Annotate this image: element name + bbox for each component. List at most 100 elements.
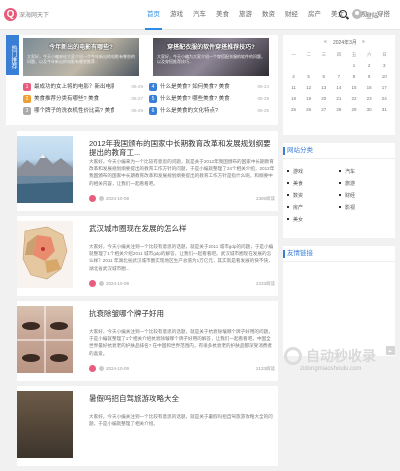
calendar-prev-button[interactable]: «: [324, 39, 327, 45]
nav-item-travel[interactable]: 旅游: [234, 0, 257, 30]
calendar-day[interactable]: [316, 60, 331, 71]
nav-item-cosmetics[interactable]: 美容: [395, 0, 400, 30]
category-item[interactable]: 游戏: [287, 165, 339, 177]
category-label[interactable]: 房产: [293, 204, 303, 211]
nav-item-games[interactable]: 游戏: [165, 0, 188, 30]
calendar-day[interactable]: 7: [331, 71, 346, 82]
category-label[interactable]: 数资: [293, 192, 303, 199]
hot-card-1[interactable]: 今年新出的电影有哪些? 大家好，今天小编来给大家介绍一个今年新出的电影有哪些的问…: [23, 38, 139, 76]
search-icon[interactable]: [339, 10, 347, 18]
calendar-day[interactable]: 12: [301, 82, 316, 93]
category-label[interactable]: 旅游: [345, 180, 355, 187]
hot-item-title[interactable]: 什么是美食的文化特点?: [160, 105, 240, 117]
category-item[interactable]: 汽车: [339, 165, 391, 177]
calendar-day[interactable]: 21: [331, 93, 346, 104]
nav-item-home[interactable]: 首页: [142, 0, 165, 30]
category-item[interactable]: 美女: [287, 213, 339, 225]
hot-item-title[interactable]: 哪个牌子的洗衣机性价比高? 美食推荐: [34, 105, 114, 117]
category-item[interactable]: 美食: [287, 177, 339, 189]
hot-item-title[interactable]: 什么是美食? 如何美食? 美食: [160, 81, 240, 93]
login-link[interactable]: 登陆: [366, 11, 378, 20]
post-thumbnail[interactable]: [17, 306, 73, 373]
calendar-day[interactable]: 9: [362, 71, 377, 82]
post-item[interactable]: 暑假吗招自驾旅游攻略大全 大家好，今天小编关注到一个比较有意思的话题，就是关于暑…: [17, 386, 278, 466]
category-item[interactable]: 数资: [287, 189, 339, 201]
nav-item-education[interactable]: 数资: [257, 0, 280, 30]
hot-list-item[interactable]: 4 什么是美食? 如何美食? 美食 06-24: [149, 81, 275, 93]
nav-item-realestate[interactable]: 房产: [303, 0, 326, 30]
post-item[interactable]: 武汉城市圈现在发展的怎么样 大家好，今天小编关注到一个比较有意思的话题，就是关于…: [17, 216, 278, 296]
calendar-day[interactable]: 28: [331, 104, 346, 115]
category-label[interactable]: 财经: [345, 192, 355, 199]
calendar-day[interactable]: [331, 60, 346, 71]
calendar-day[interactable]: 13: [316, 82, 331, 93]
category-label[interactable]: 美食: [293, 180, 303, 187]
category-label[interactable]: 汽车: [345, 168, 355, 175]
category-item[interactable]: 房产: [287, 201, 339, 213]
hot-list-item[interactable]: 5 什么是美食? 哪些美食? 美食 06-28: [149, 93, 275, 105]
post-title[interactable]: 武汉城市圈现在发展的怎么样: [89, 224, 275, 233]
calendar-day[interactable]: 11: [286, 82, 301, 93]
calendar-day[interactable]: 18: [286, 93, 301, 104]
calendar-day[interactable]: 27: [316, 104, 331, 115]
calendar-day[interactable]: [286, 60, 301, 71]
nav-item-food[interactable]: 美食: [211, 0, 234, 30]
calendar-day[interactable]: 29: [347, 104, 362, 115]
calendar-day[interactable]: 30: [362, 104, 377, 115]
hot-list-item[interactable]: 6 什么是美食的文化特点? 06-25: [149, 105, 275, 117]
calendar-day[interactable]: 19: [301, 93, 316, 104]
calendar-day[interactable]: 2: [362, 60, 377, 71]
calendar-day[interactable]: 25: [286, 104, 301, 115]
hot-list-item[interactable]: 2 美食推荐分类有哪些? 美食 06-27: [23, 93, 149, 105]
calendar-day[interactable]: 10: [377, 71, 392, 82]
category-widget: 网站分类 游戏 汽车 美食 旅游 数资 财经 房产 影视 美女: [283, 143, 395, 238]
user-avatar-icon[interactable]: [352, 9, 362, 19]
post-date: 2024-10-09: [106, 196, 130, 201]
post-item[interactable]: 2012年我国颁布的国家中长期教育改革和发展规划纲要提出的教育工... 大家好，…: [17, 131, 278, 211]
calendar-day[interactable]: 24: [377, 93, 392, 104]
calendar-day[interactable]: 3: [377, 60, 392, 71]
calendar-day[interactable]: 15: [347, 82, 362, 93]
calendar-day[interactable]: 8: [347, 71, 362, 82]
site-name[interactable]: 深海网天下: [19, 10, 49, 19]
post-thumbnail[interactable]: [17, 391, 73, 458]
calendar-day[interactable]: 14: [331, 82, 346, 93]
calendar-day[interactable]: 31: [377, 104, 392, 115]
category-label[interactable]: 影视: [345, 204, 355, 211]
calendar-day[interactable]: 1: [347, 60, 362, 71]
nav-item-finance[interactable]: 财经: [280, 0, 303, 30]
hot-list-item[interactable]: 3 哪个牌子的洗衣机性价比高? 美食推荐 06-29: [23, 105, 149, 117]
calendar-day[interactable]: 16: [362, 82, 377, 93]
calendar-day[interactable]: 20: [316, 93, 331, 104]
back-to-top-icon[interactable]: [386, 346, 395, 355]
calendar-day[interactable]: 6: [316, 71, 331, 82]
calendar-day[interactable]: 23: [362, 93, 377, 104]
hot-item-title[interactable]: 美食推荐分类有哪些? 美食: [34, 93, 114, 105]
site-logo-icon[interactable]: Q: [4, 8, 17, 21]
calendar-day[interactable]: 4: [286, 71, 301, 82]
category-label[interactable]: 美女: [293, 216, 303, 223]
hot-item-title[interactable]: 最成功的女上将的电影？新出电影推荐哪部: [34, 81, 114, 93]
hot-card-title[interactable]: 穿搭配衣服的软件穿搭推荐技巧?: [153, 42, 269, 51]
category-item[interactable]: 旅游: [339, 177, 391, 189]
calendar-day[interactable]: 26: [301, 104, 316, 115]
nav-item-cars[interactable]: 汽车: [188, 0, 211, 30]
calendar-day[interactable]: 17: [377, 82, 392, 93]
hot-card-2[interactable]: 穿搭配衣服的软件穿搭推荐技巧? 大家好，今天小编为大家介绍一个穿搭配衣服的软件的…: [153, 38, 269, 76]
post-title[interactable]: 暑假吗招自驾旅游攻略大全: [89, 394, 275, 403]
category-label[interactable]: 游戏: [293, 168, 303, 175]
category-item[interactable]: 财经: [339, 189, 391, 201]
hot-list-item[interactable]: 1 最成功的女上将的电影？新出电影推荐哪部 06-29: [23, 81, 149, 93]
post-thumbnail[interactable]: [17, 136, 73, 203]
calendar-day[interactable]: 5: [301, 71, 316, 82]
post-title[interactable]: 2012年我国颁布的国家中长期教育改革和发展规划纲要提出的教育工...: [89, 139, 275, 157]
hot-card-title[interactable]: 今年新出的电影有哪些?: [23, 42, 139, 51]
post-item[interactable]: 抗衰除皱哪个牌子好用 大家好，今天小编关注到一个比较有意思的话题，就是关于抗衰除…: [17, 301, 278, 381]
post-thumbnail[interactable]: [17, 221, 73, 288]
hot-item-title[interactable]: 什么是美食? 哪些美食? 美食: [160, 93, 240, 105]
calendar-next-button[interactable]: »: [362, 39, 365, 45]
post-title[interactable]: 抗衰除皱哪个牌子好用: [89, 309, 275, 318]
category-item[interactable]: 影视: [339, 201, 391, 213]
calendar-day[interactable]: [301, 60, 316, 71]
calendar-day[interactable]: 22: [347, 93, 362, 104]
